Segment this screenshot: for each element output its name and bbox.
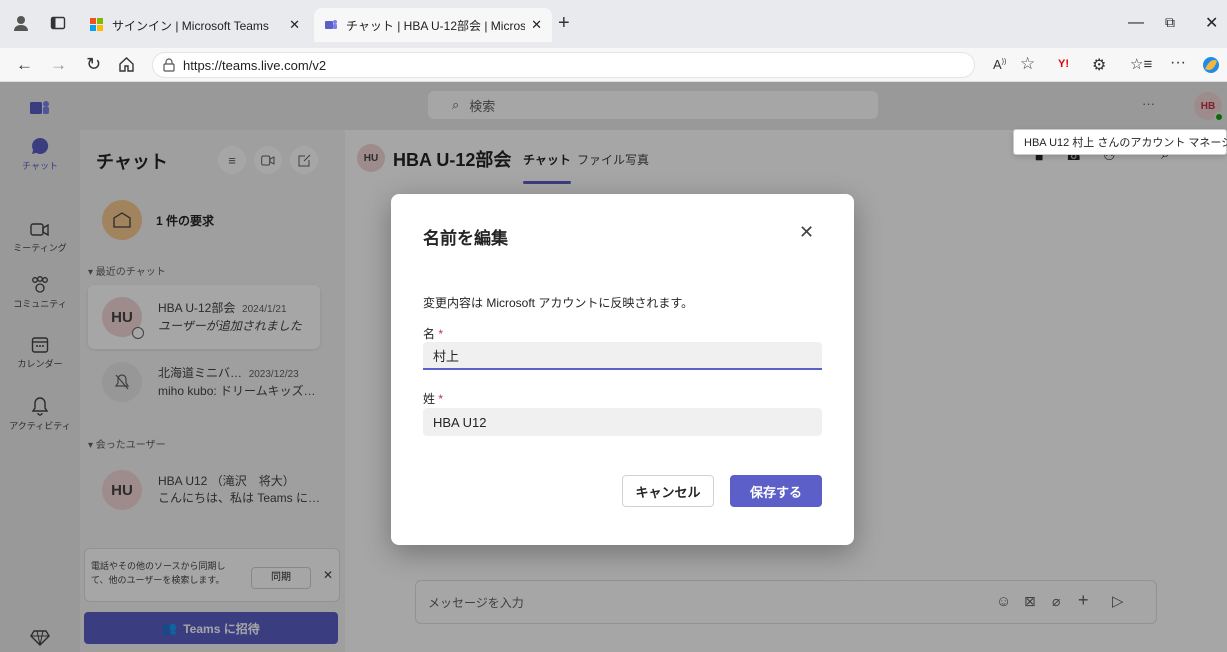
favorite-star-icon[interactable]: ☆: [1020, 54, 1035, 74]
microsoft-logo-icon: [90, 18, 103, 31]
back-icon[interactable]: ←: [16, 55, 33, 75]
browser-tab-bar: サインイン | Microsoft Teams ✕ チャット | HBA U-1…: [0, 0, 1227, 48]
save-button[interactable]: 保存する: [730, 475, 822, 507]
edit-name-dialog: 名前を編集 ✕ 変更内容は Microsoft アカウントに反映されます。 名 …: [391, 194, 854, 545]
dialog-title: 名前を編集: [423, 229, 508, 248]
dialog-close-icon[interactable]: ✕: [799, 222, 814, 243]
minimize-icon[interactable]: —: [1128, 14, 1144, 32]
tab-label: サインイン | Microsoft Teams: [112, 18, 269, 33]
refresh-icon[interactable]: ↻: [86, 54, 101, 75]
last-name-label: 姓 *: [423, 392, 444, 406]
tab-actions-icon[interactable]: [50, 15, 66, 31]
more-icon[interactable]: ···: [1170, 54, 1186, 72]
first-name-field[interactable]: 村上: [423, 342, 822, 370]
yahoo-icon[interactable]: Y!: [1058, 58, 1069, 70]
url-text: https://teams.live.com/v2: [183, 57, 327, 73]
window-close-icon[interactable]: ✕: [1205, 13, 1218, 33]
account-manager-tooltip: HBA U12 村上 さんのアカウント マネージャー: [1013, 129, 1227, 155]
close-tab-icon[interactable]: ✕: [531, 17, 542, 33]
browser-tab-chat[interactable]: チャット | HBA U-12部会 | Microsoft ✕: [314, 8, 552, 42]
dialog-description: 変更内容は Microsoft アカウントに反映されます。: [423, 296, 694, 310]
last-name-field[interactable]: HBA U12: [423, 408, 822, 436]
lock-icon: [163, 58, 175, 72]
restore-icon[interactable]: ⧉: [1165, 14, 1175, 31]
tab-label: チャット | HBA U-12部会 | Microsoft: [346, 18, 526, 33]
cancel-button[interactable]: キャンセル: [622, 475, 714, 507]
close-tab-icon[interactable]: ✕: [289, 17, 300, 33]
address-toolbar: ← → ↻ https://teams.live.com/v2 A)) ☆ Y!…: [0, 48, 1227, 82]
copilot-icon[interactable]: [1201, 55, 1221, 75]
read-aloud-icon[interactable]: A)): [993, 57, 1006, 72]
address-bar[interactable]: https://teams.live.com/v2: [152, 52, 975, 78]
home-icon[interactable]: [118, 56, 135, 73]
profile-icon[interactable]: [12, 14, 30, 32]
extensions-icon[interactable]: ⚙: [1092, 55, 1106, 75]
browser-tab-signin[interactable]: サインイン | Microsoft Teams ✕: [80, 8, 310, 42]
favorites-icon[interactable]: ☆≡: [1130, 55, 1152, 73]
forward-icon[interactable]: →: [50, 55, 67, 75]
first-name-label: 名 *: [423, 327, 444, 341]
teams-icon: [325, 20, 337, 29]
new-tab-icon[interactable]: +: [558, 12, 570, 35]
